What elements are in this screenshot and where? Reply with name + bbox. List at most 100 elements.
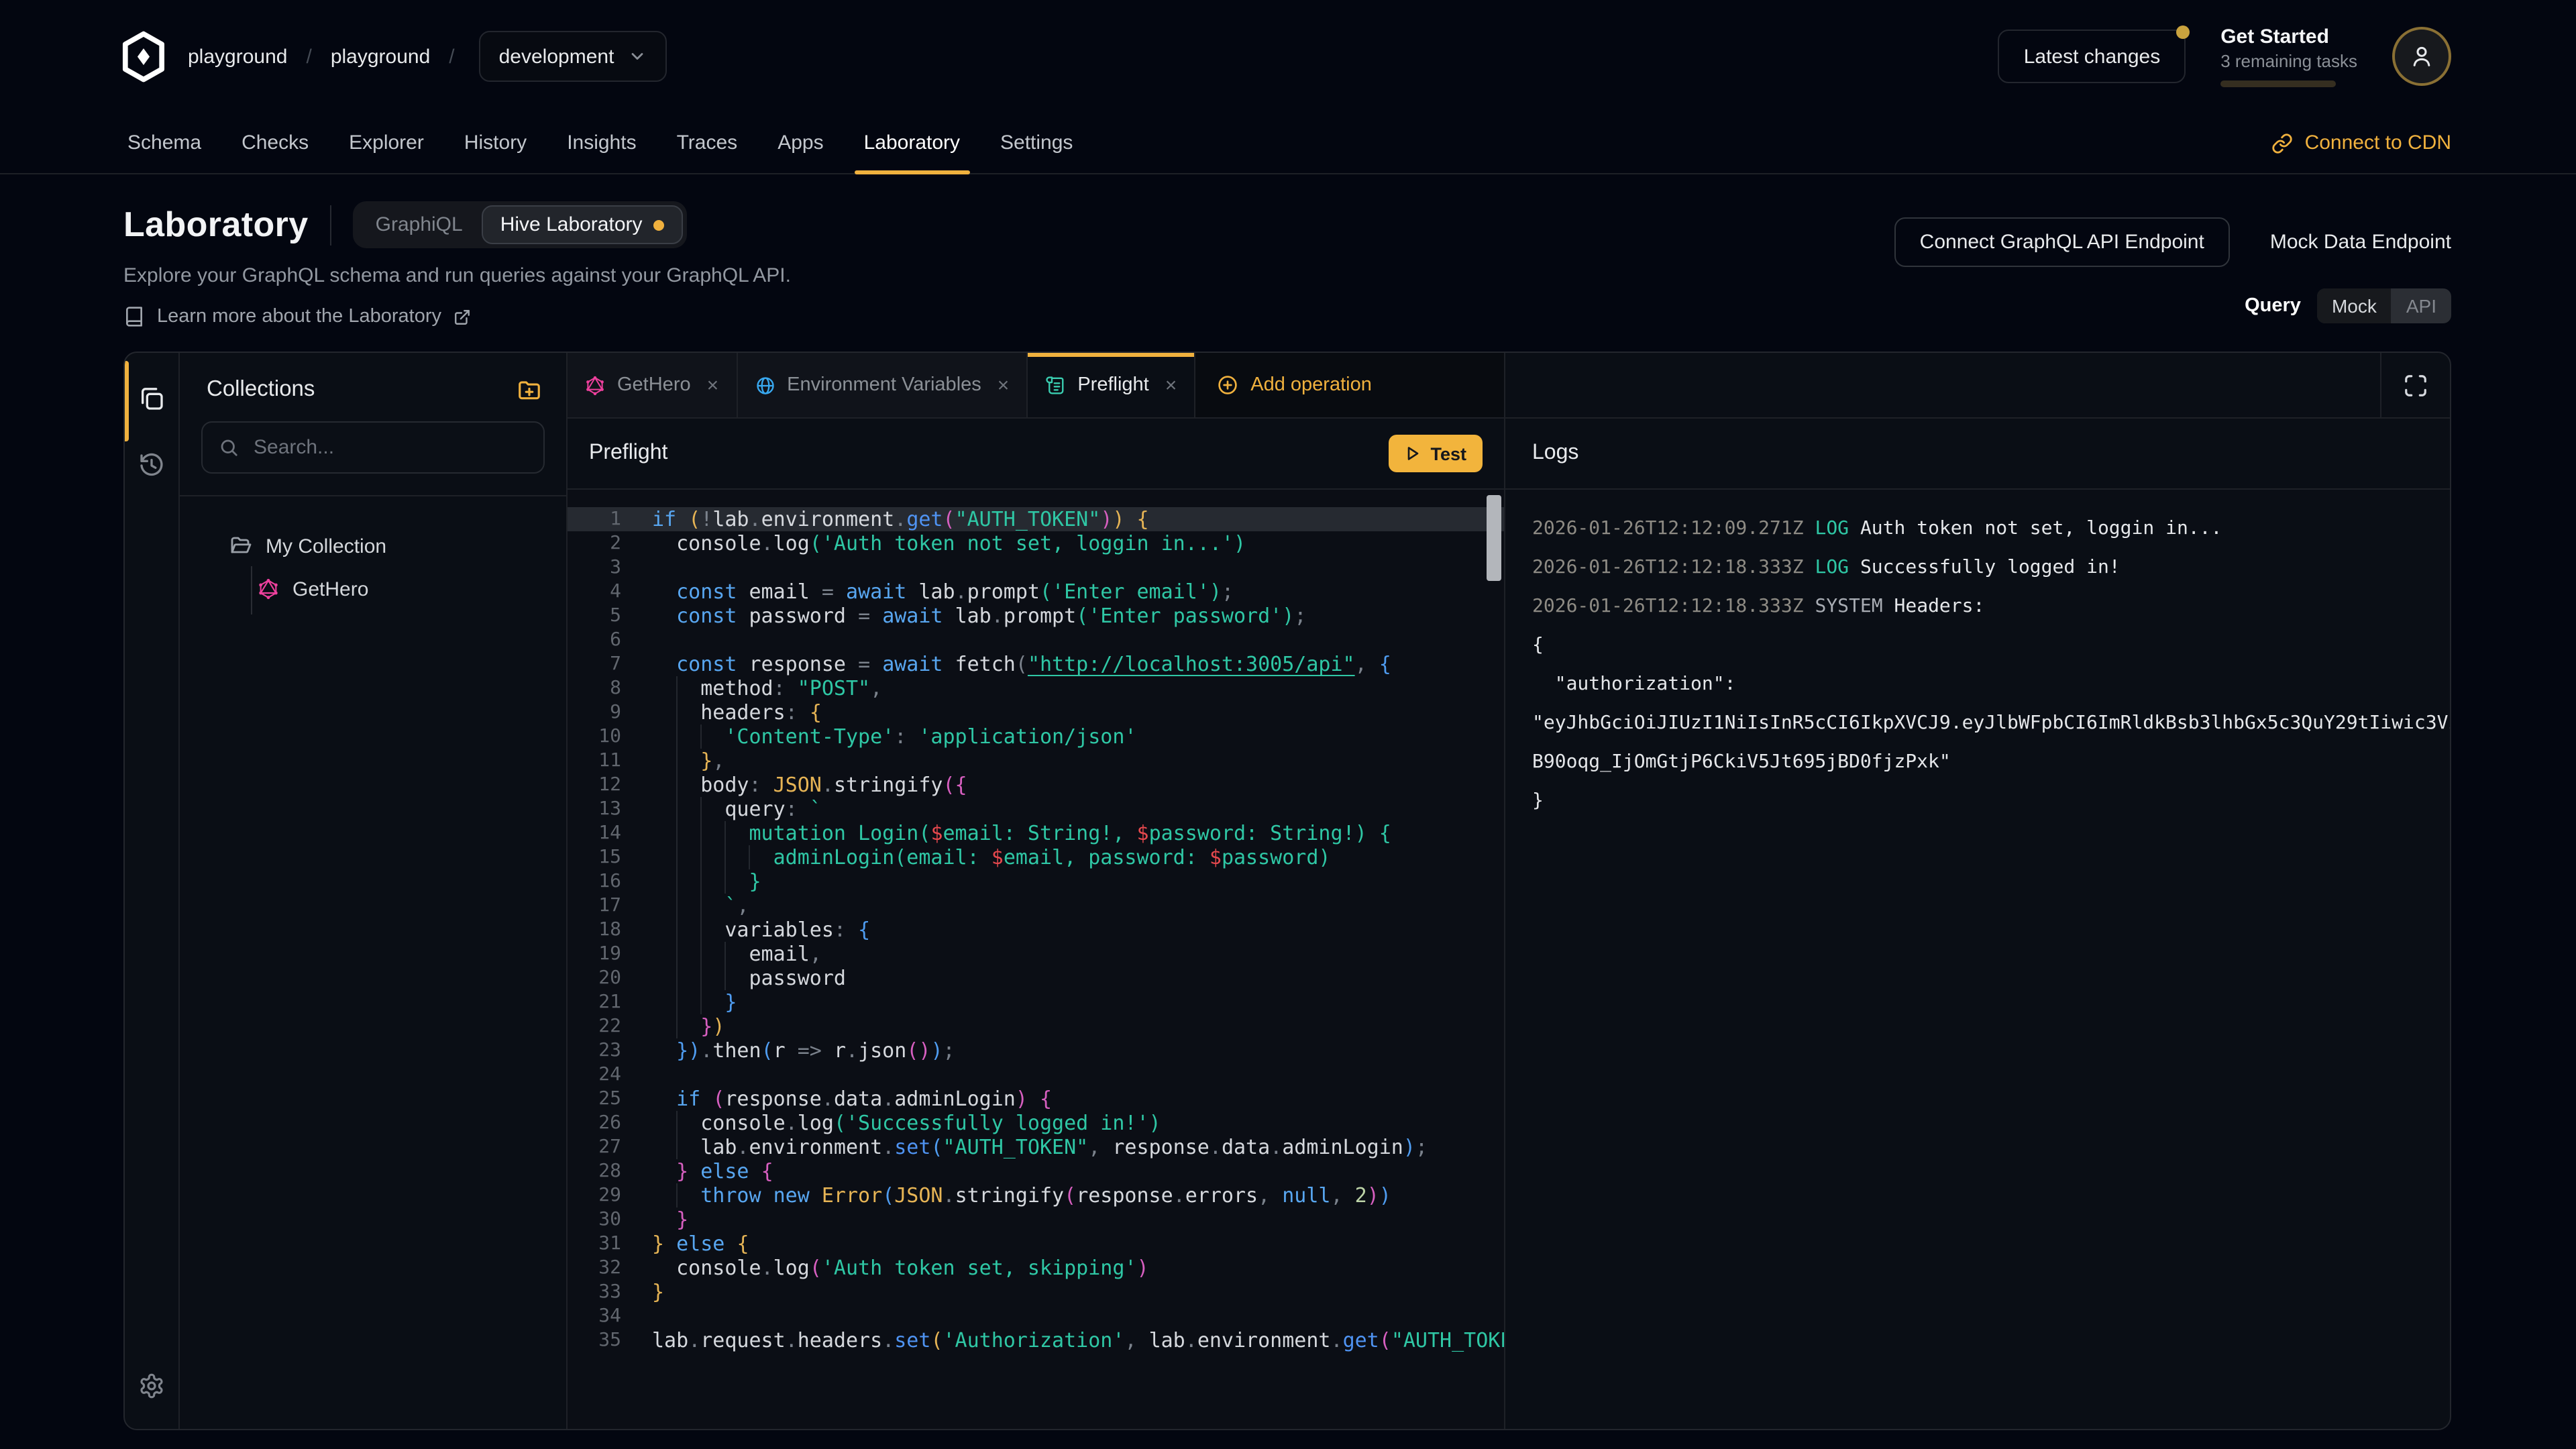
- line-number: 32: [568, 1256, 621, 1280]
- settings-gear-icon[interactable]: [138, 1373, 165, 1399]
- breadcrumb-project[interactable]: playground: [331, 45, 430, 68]
- plus-circle-icon: [1217, 374, 1238, 396]
- search-input[interactable]: [251, 435, 527, 460]
- line-number: 2: [568, 531, 621, 555]
- code-line: 24: [568, 1063, 1504, 1087]
- learn-more-link[interactable]: Learn more about the Laboratory: [123, 306, 791, 327]
- code-line: 9 headers: {: [568, 700, 1504, 724]
- log-level: LOG: [1815, 518, 1849, 539]
- new-feature-dot: [653, 219, 664, 230]
- nav-tab-schema[interactable]: Schema: [107, 113, 221, 173]
- code-line: 7 const response = await fetch("http://l…: [568, 652, 1504, 676]
- preflight-title: Preflight: [589, 441, 667, 466]
- breadcrumb-org[interactable]: playground: [188, 45, 287, 68]
- code-line: 21 }: [568, 990, 1504, 1014]
- side-rail: [125, 353, 180, 1429]
- log-block-line: "authorization":: [1532, 665, 2450, 704]
- workspace-tab-environment-variables[interactable]: Environment Variables×: [737, 353, 1028, 417]
- code-line: 12 body: JSON.stringify({: [568, 773, 1504, 797]
- editor-column: GetHero×Environment Variables× Preflight ×…: [568, 353, 1505, 1429]
- close-icon[interactable]: ×: [1165, 374, 1177, 396]
- tab-label: Preflight: [1077, 374, 1148, 396]
- collection-folder-row[interactable]: My Collection: [180, 529, 566, 564]
- line-number: 30: [568, 1208, 621, 1232]
- endpoint-option-mock[interactable]: Mock: [2317, 288, 2392, 323]
- nav-tab-history[interactable]: History: [444, 113, 547, 173]
- user-avatar[interactable]: [2392, 27, 2451, 86]
- new-collection-folder-plus-icon[interactable]: [517, 377, 542, 402]
- line-number: 20: [568, 966, 621, 990]
- nav-tab-insights[interactable]: Insights: [547, 113, 656, 173]
- folder-open-icon: [228, 534, 252, 558]
- workspace-tab-preflight[interactable]: Preflight ×: [1028, 353, 1195, 417]
- add-operation-button[interactable]: Add operation: [1195, 353, 1393, 417]
- code-line: 17 `,: [568, 894, 1504, 918]
- history-rail-button[interactable]: [138, 452, 165, 479]
- nav-tab-traces[interactable]: Traces: [657, 113, 758, 173]
- endpoint-option-api[interactable]: API: [2392, 288, 2451, 323]
- line-number: 15: [568, 845, 621, 869]
- collections-panel: Collections My Collection: [180, 353, 568, 1429]
- log-entry: 2026-01-26T12:12:18.333Z LOG Successfull…: [1532, 549, 2450, 588]
- code-line: 34: [568, 1304, 1504, 1328]
- nav-tab-settings[interactable]: Settings: [980, 113, 1093, 173]
- laboratory-panel: Collections My Collection: [123, 352, 2451, 1430]
- play-icon: [1405, 445, 1421, 462]
- line-number: 5: [568, 604, 621, 628]
- fullscreen-button[interactable]: [2380, 353, 2450, 417]
- code-line: 6: [568, 628, 1504, 652]
- log-entry: 2026-01-26T12:12:18.333Z SYSTEM Headers:: [1532, 588, 2450, 627]
- breadcrumb: playground / playground / development: [188, 31, 666, 82]
- logs-title: Logs: [1532, 441, 1578, 466]
- close-icon[interactable]: ×: [707, 374, 719, 396]
- code-line: 23 }).then(r => r.json());: [568, 1038, 1504, 1063]
- nav-tab-apps[interactable]: Apps: [757, 113, 843, 173]
- code-line: 25 if (response.data.adminLogin) {: [568, 1087, 1504, 1111]
- collection-operation-row[interactable]: GetHero: [180, 572, 566, 606]
- mode-option-graphiql[interactable]: GraphiQL: [357, 205, 482, 244]
- line-number: 3: [568, 555, 621, 580]
- hive-logo-icon[interactable]: [121, 31, 166, 82]
- logs-top-strip: [1505, 353, 2450, 419]
- add-operation-label: Add operation: [1250, 374, 1372, 396]
- line-number: 25: [568, 1087, 621, 1111]
- line-number: 19: [568, 942, 621, 966]
- external-link-icon: [453, 308, 471, 325]
- code-line: 30 }: [568, 1208, 1504, 1232]
- line-number: 35: [568, 1328, 621, 1352]
- top-header: playground / playground / development La…: [0, 0, 2576, 113]
- test-button[interactable]: Test: [1389, 435, 1483, 472]
- code-line: 10 'Content-Type': 'application/json': [568, 724, 1504, 749]
- line-number: 31: [568, 1232, 621, 1256]
- latest-changes-button[interactable]: Latest changes: [1998, 30, 2186, 83]
- collections-rail-button[interactable]: [138, 385, 165, 412]
- project-nav: SchemaChecksExplorerHistoryInsightsTrace…: [0, 113, 2576, 174]
- test-button-label: Test: [1430, 443, 1466, 464]
- log-block-line: {: [1532, 627, 2450, 665]
- latest-changes-label: Latest changes: [2024, 45, 2161, 68]
- editor-scrollbar-thumb[interactable]: [1487, 495, 1501, 581]
- nav-tab-laboratory[interactable]: Laboratory: [844, 113, 980, 173]
- code-line: 31} else {: [568, 1232, 1504, 1256]
- line-number: 22: [568, 1014, 621, 1038]
- code-line: 28 } else {: [568, 1159, 1504, 1183]
- line-number: 21: [568, 990, 621, 1014]
- get-started-widget[interactable]: Get Started 3 remaining tasks: [2220, 25, 2357, 87]
- log-block-line: B90oqg_IjOmGtjP6CkiV5Jt695jBD0fjzPxk": [1532, 743, 2450, 782]
- nav-tab-explorer[interactable]: Explorer: [329, 113, 444, 173]
- log-timestamp: 2026-01-26T12:12:18.333Z: [1532, 596, 1804, 617]
- target-selector-dropdown[interactable]: development: [479, 31, 667, 82]
- close-icon[interactable]: ×: [998, 374, 1010, 396]
- mode-option-hive-laboratory[interactable]: Hive Laboratory: [482, 205, 683, 244]
- nav-tab-checks[interactable]: Checks: [221, 113, 329, 173]
- connect-endpoint-button[interactable]: Connect GraphQL API Endpoint: [1894, 217, 2230, 267]
- collections-search: [201, 421, 545, 474]
- preflight-code-editor[interactable]: 1if (!lab.environment.get("AUTH_TOKEN"))…: [568, 490, 1504, 1429]
- workspace-tab-gethero[interactable]: GetHero×: [568, 353, 737, 417]
- mock-data-endpoint-button[interactable]: Mock Data Endpoint: [2270, 231, 2451, 254]
- mode-option-label: Hive Laboratory: [500, 213, 643, 236]
- code-line: 4 const email = await lab.prompt('Enter …: [568, 580, 1504, 604]
- connect-to-cdn-link[interactable]: Connect to CDN: [2271, 113, 2451, 173]
- endpoint-switch-label: Query: [2245, 295, 2301, 317]
- line-number: 12: [568, 773, 621, 797]
